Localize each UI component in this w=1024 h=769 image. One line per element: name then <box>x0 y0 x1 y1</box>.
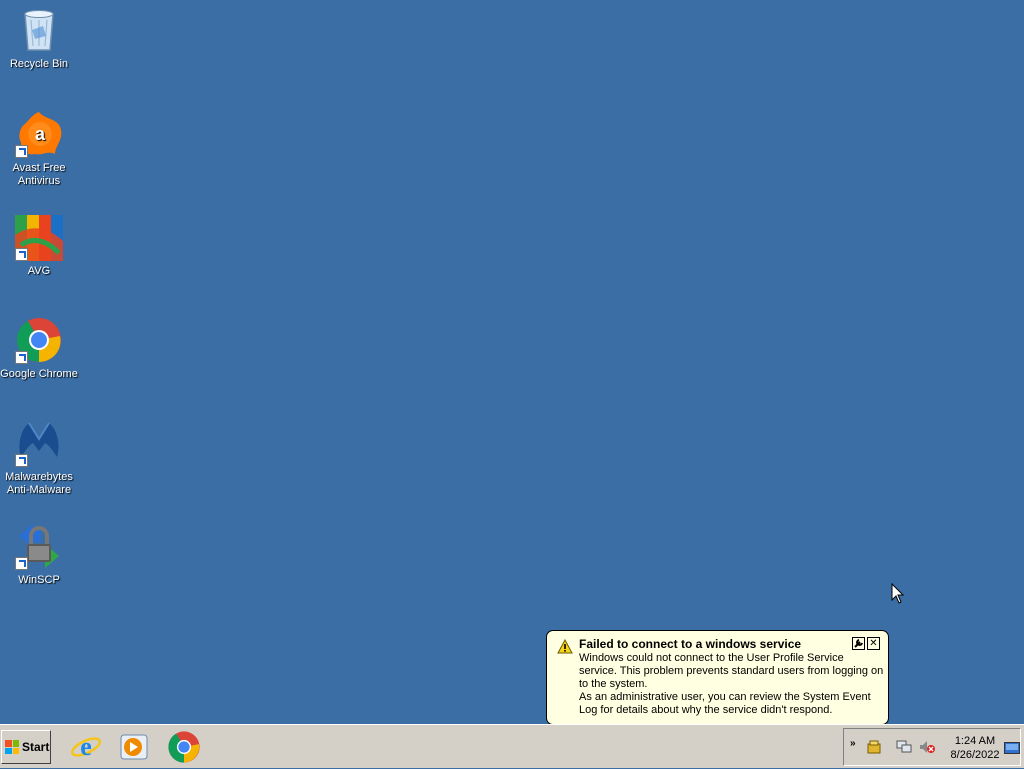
balloon-options-button[interactable] <box>852 637 865 650</box>
winscp-icon <box>15 522 63 570</box>
tray-user-profile-icon[interactable] <box>867 740 881 757</box>
tray-expand-button[interactable]: » <box>850 738 856 749</box>
shortcut-arrow-icon <box>15 454 28 467</box>
clock-date: 8/26/2022 <box>950 749 1000 761</box>
desktop-icon-winscp[interactable]: WinSCP <box>0 522 78 587</box>
balloon-message-line: As an administrative user, you can revie… <box>579 691 871 716</box>
svg-text:e: e <box>80 732 92 761</box>
shortcut-arrow-icon <box>15 248 28 261</box>
clock[interactable]: 1:24 AM 8/26/2022 <box>944 734 1006 762</box>
close-icon: ✕ <box>869 638 878 649</box>
desktop-icon-google-chrome[interactable]: Google Chrome <box>0 316 78 381</box>
recycle-bin-icon <box>15 6 63 54</box>
taskbar: Start e » 1:24 AM 8/26/2022 <box>0 724 1024 768</box>
svg-text:a: a <box>35 124 46 144</box>
desktop-icon-label: WinSCP <box>18 574 60 586</box>
balloon-message-line: Windows could not connect to the User Pr… <box>579 652 884 690</box>
balloon-close-button[interactable]: ✕ <box>867 637 880 650</box>
windows-logo-icon <box>5 740 19 754</box>
balloon-message: Windows could not connect to the User Pr… <box>579 652 884 717</box>
malwarebytes-icon <box>15 419 63 467</box>
system-tray: » 1:24 AM 8/26/2022 <box>843 728 1021 766</box>
avast-icon: a <box>15 110 63 158</box>
desktop-icon-label: Google Chrome <box>0 368 78 380</box>
start-label: Start <box>22 740 50 754</box>
balloon-title: Failed to connect to a windows service <box>579 637 802 651</box>
shortcut-arrow-icon <box>15 145 28 158</box>
desktop-icon-label: Recycle Bin <box>9 58 69 70</box>
shortcut-arrow-icon <box>15 351 28 364</box>
chrome-icon <box>168 731 200 763</box>
quick-launch-internet-explorer[interactable]: e <box>69 730 103 764</box>
desktop-icon-recycle-bin[interactable]: Recycle Bin <box>0 6 78 71</box>
internet-explorer-icon: e <box>70 732 102 761</box>
warning-icon <box>557 638 573 657</box>
avg-icon <box>15 213 63 261</box>
desktop-icon-label: AVG <box>27 265 51 277</box>
wrench-icon <box>854 639 863 648</box>
desktop-icon-avg[interactable]: AVG <box>0 213 78 278</box>
clock-time: 1:24 AM <box>954 735 996 747</box>
network-icon[interactable] <box>896 740 912 757</box>
quick-launch-chrome[interactable] <box>167 730 201 764</box>
desktop-icon-avast[interactable]: a Avast Free Antivirus <box>0 110 78 188</box>
desktop-icon-label: Avast Free Antivirus <box>12 162 66 187</box>
start-button[interactable]: Start <box>1 730 51 764</box>
media-player-icon <box>120 734 148 760</box>
shortcut-arrow-icon <box>15 557 28 570</box>
notification-balloon[interactable]: Failed to connect to a windows service ✕… <box>546 630 889 725</box>
desktop-icon-label: Malwarebytes Anti-Malware <box>5 471 73 496</box>
quick-launch-media-player[interactable] <box>117 730 151 764</box>
desktop-icon-malwarebytes[interactable]: Malwarebytes Anti-Malware <box>0 419 78 497</box>
chrome-icon <box>15 316 63 364</box>
volume-muted-icon[interactable] <box>919 740 935 757</box>
desktop: Recycle Bin a Avast Free Antivirus AVG G… <box>0 0 1024 724</box>
mouse-cursor-icon <box>891 582 905 610</box>
show-desktop-icon[interactable] <box>1004 741 1020 759</box>
